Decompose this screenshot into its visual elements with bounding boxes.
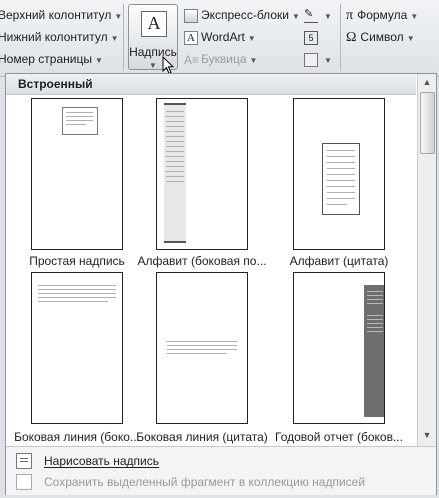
gallery-footer-menu: Нарисовать надпись Сохранить выделенный … <box>6 446 436 495</box>
header-button[interactable]: Верхний колонтитул ▼ <box>0 6 122 24</box>
date-time-button[interactable]: 5 <box>304 28 321 46</box>
chevron-down-icon: ▼ <box>324 12 332 21</box>
textbox-gallery: Встроенный ▲ ▼ Простая надпись Алфавит (… <box>5 73 437 495</box>
draw-textbox-icon <box>16 453 32 469</box>
chevron-down-icon: ▼ <box>291 12 300 21</box>
gallery-thumbnail-alphabet-quote[interactable] <box>293 98 385 250</box>
dropcap-label: Буквица <box>201 52 247 66</box>
chevron-down-icon: ▼ <box>114 12 123 21</box>
chevron-down-icon: ▼ <box>249 56 258 65</box>
save-selection-menu-item[interactable]: Сохранить выделенный фрагмент в коллекци… <box>12 472 432 492</box>
sidebar-top-rule <box>164 103 186 105</box>
footer-button[interactable]: Нижний колонтитул ▼ <box>0 28 119 46</box>
save-selection-label: Сохранить выделенный фрагмент в коллекци… <box>44 475 366 489</box>
ribbon: Верхний колонтитул ▼ Нижний колонтитул ▼ Н… <box>0 0 439 77</box>
page-number-button[interactable]: Номер страницы ▼ <box>0 50 103 68</box>
gallery-item-label: Боковая линия (боко... <box>14 430 140 444</box>
gallery-item-label: Алфавит (боковая по... <box>137 254 267 268</box>
quick-parts-button[interactable]: Экспресс-блоки ▼ <box>184 6 300 24</box>
symbol-label: Символ <box>360 30 404 44</box>
gallery-scrollbar[interactable]: ▲ ▼ <box>417 74 436 446</box>
date-time-icon: 5 <box>304 30 318 45</box>
omega-icon: Ω <box>346 30 357 45</box>
draw-textbox-label: Нарисовать надпись <box>44 454 160 468</box>
gallery-thumbnail-sideline-sidebar[interactable] <box>31 272 123 424</box>
footer-label: Нижний колонтитул <box>0 30 108 44</box>
gallery-thumbnail-annual-report[interactable] <box>293 272 385 424</box>
quick-parts-icon <box>184 8 198 23</box>
chevron-down-icon: ▼ <box>94 56 103 65</box>
textbox-preview <box>62 107 98 135</box>
gallery-thumbnail-simple[interactable] <box>31 98 123 250</box>
dropcap-button[interactable]: A≡ Буквица ▼ <box>184 50 257 68</box>
gallery-section-title: Встроенный <box>18 77 93 91</box>
scrollbar-thumb[interactable] <box>420 92 435 154</box>
chevron-down-icon: ▼ <box>247 34 256 43</box>
dropcap-icon: A≡ <box>184 52 200 67</box>
gallery-item-label: Простая надпись <box>29 254 125 268</box>
pi-icon: π <box>346 8 354 23</box>
chevron-down-icon: ▼ <box>410 12 419 21</box>
signature-line-button[interactable]: ✎ ▼ <box>304 6 332 24</box>
signature-line-icon: ✎ <box>304 8 318 24</box>
scroll-down-icon[interactable]: ▼ <box>421 430 433 442</box>
gallery-thumbnail-alphabet-sidebar[interactable] <box>156 98 248 250</box>
textbox-icon: A <box>141 11 167 37</box>
symbol-button[interactable]: Ω Символ ▼ <box>346 28 415 46</box>
equation-label: Формула <box>357 8 408 22</box>
sidebar-bottom-rule <box>164 241 186 243</box>
quote-preview <box>322 143 360 215</box>
scroll-up-icon[interactable]: ▲ <box>421 77 433 89</box>
gallery-thumbnail-sideline-quote[interactable] <box>156 272 248 424</box>
wordart-label: WordArt <box>201 30 245 44</box>
wordart-icon: A <box>184 30 198 45</box>
header-label: Верхний колонтитул <box>0 8 112 22</box>
page-number-label: Номер страницы <box>0 52 92 66</box>
gallery-item-label: Годовой отчет (боков... <box>275 430 403 444</box>
group-divider <box>123 4 124 70</box>
sidebar-preview <box>164 103 186 243</box>
save-to-gallery-icon <box>16 474 32 490</box>
equation-button[interactable]: π Формула ▼ <box>346 6 418 24</box>
chevron-down-icon: ▼ <box>406 34 415 43</box>
object-icon <box>304 52 318 67</box>
object-button[interactable]: ▼ <box>304 50 332 68</box>
gallery-item-label: Боковая линия (цитата) <box>136 430 268 444</box>
gallery-item-label: Алфавит (цитата) <box>289 254 389 268</box>
quick-parts-label: Экспресс-блоки <box>201 8 289 22</box>
draw-textbox-menu-item[interactable]: Нарисовать надпись <box>12 451 432 471</box>
dark-sidebar-preview <box>364 285 384 417</box>
gallery-section-header: Встроенный <box>6 74 416 95</box>
wordart-button[interactable]: A WordArt ▼ <box>184 28 256 46</box>
group-divider <box>340 4 341 70</box>
chevron-down-icon: ▼ <box>110 34 119 43</box>
chevron-down-icon: ▼ <box>324 56 332 65</box>
